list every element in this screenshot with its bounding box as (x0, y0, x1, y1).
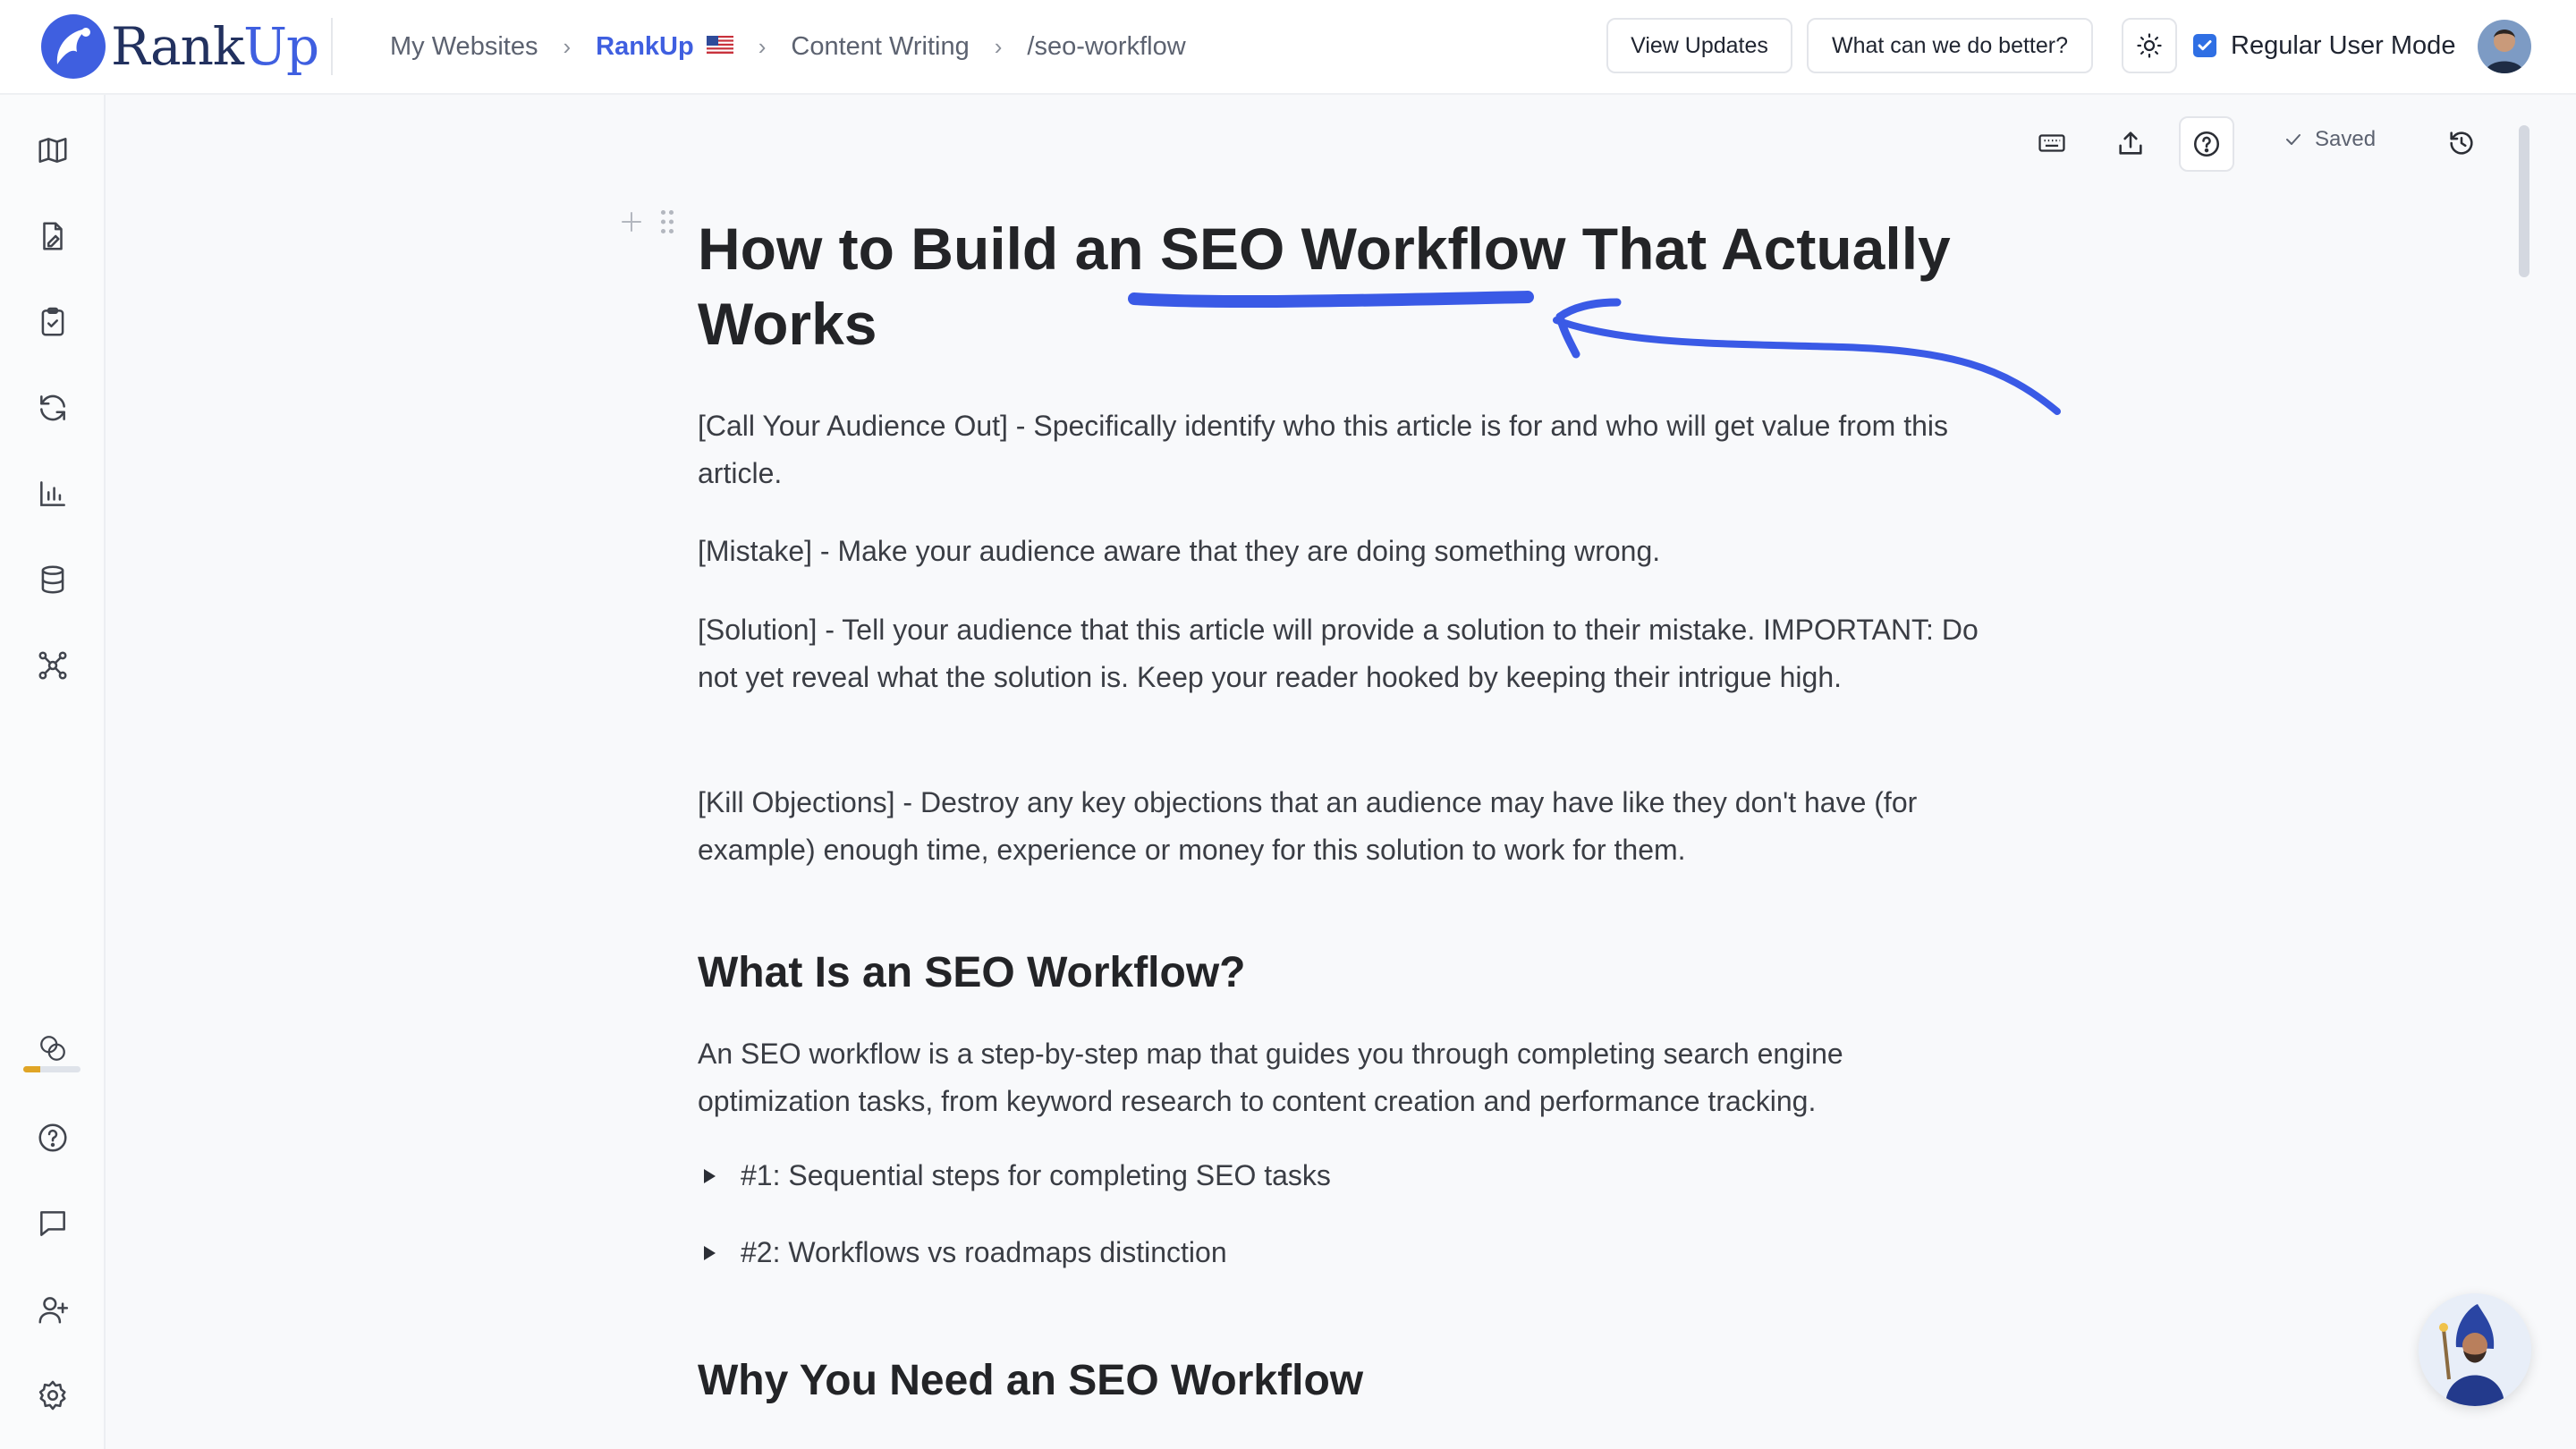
wizard-avatar-image (2419, 1293, 2531, 1406)
paragraph[interactable]: An SEO workflow is a step-by-step map th… (698, 1030, 2004, 1125)
rankup-logo-icon (41, 14, 106, 79)
toggle-label: #2: Workflows vs roadmaps distinction (741, 1236, 1227, 1268)
paragraph[interactable]: [Kill Objections] - Destroy any key obje… (698, 779, 2004, 874)
top-bar: RankUp My Websites › RankUp › Content Wr… (0, 0, 2576, 95)
brand-rank: Rank (111, 16, 244, 77)
save-status: Saved (2283, 127, 2376, 152)
credits-progress-bar (23, 1066, 80, 1072)
us-flag-icon (706, 35, 733, 54)
theme-toggle-button[interactable] (2122, 18, 2177, 73)
database-icon[interactable] (33, 560, 72, 599)
paragraph[interactable]: [Mistake] - Make your audience aware tha… (698, 528, 2004, 575)
breadcrumb-rankup-label: RankUp (596, 31, 694, 61)
page-title[interactable]: How to Build an SEO Workflow That Actual… (698, 211, 2004, 361)
section-heading[interactable]: What Is an SEO Workflow? (698, 946, 2004, 1000)
chevron-right-icon: › (994, 32, 1003, 60)
export-icon[interactable] (2109, 122, 2152, 165)
triangle-right-icon[interactable] (701, 1165, 723, 1187)
breadcrumb: My Websites › RankUp › Content Writing ›… (390, 27, 1186, 66)
history-icon[interactable] (2440, 122, 2483, 165)
document-title-block[interactable]: How to Build an SEO Workflow That Actual… (698, 211, 2004, 361)
avatar[interactable] (2478, 20, 2531, 73)
help-icon[interactable] (33, 1118, 72, 1157)
view-updates-button[interactable]: View Updates (1606, 18, 1792, 73)
section-heading[interactable]: Why You Need an SEO Workflow (698, 1354, 2004, 1408)
chevron-right-icon: › (563, 32, 572, 60)
title-highlight: SEO Workflow (1159, 216, 1566, 282)
refresh-icon[interactable] (33, 388, 72, 428)
feedback-button[interactable]: What can we do better? (1807, 18, 2093, 73)
user-mode-label: Regular User Mode (2231, 30, 2456, 60)
add-user-icon[interactable] (33, 1290, 72, 1329)
clipboard-check-icon[interactable] (33, 302, 72, 342)
block-handles (617, 208, 678, 236)
breadcrumb-rankup[interactable]: RankUp (596, 32, 733, 62)
paragraph[interactable]: [Call Your Audience Out] - Specifically … (698, 402, 2004, 497)
add-block-icon[interactable] (617, 208, 646, 236)
user-avatar-image (2478, 20, 2531, 73)
divider (331, 18, 333, 75)
assistant-avatar-button[interactable] (2419, 1293, 2531, 1406)
bar-chart-icon[interactable] (33, 474, 72, 513)
title-part: How to Build an (698, 216, 1160, 282)
check-icon (2286, 134, 2301, 145)
check-icon (2198, 40, 2212, 51)
breadcrumb-my-websites[interactable]: My Websites (390, 32, 538, 62)
saved-label: Saved (2315, 127, 2377, 151)
breadcrumb-content-writing[interactable]: Content Writing (791, 32, 969, 62)
help-circle-icon[interactable] (2179, 116, 2234, 172)
triangle-right-icon[interactable] (701, 1242, 723, 1264)
credits-icon[interactable] (33, 1029, 72, 1068)
brand-name: RankUp (111, 16, 319, 77)
keyboard-icon[interactable] (2030, 122, 2073, 165)
paragraph[interactable]: [Solution] - Tell your audience that thi… (698, 606, 2004, 701)
scrollbar-thumb[interactable] (2519, 125, 2529, 277)
sun-icon (2137, 33, 2162, 58)
map-icon[interactable] (33, 131, 72, 170)
toggle-block[interactable]: #1: Sequential steps for completing SEO … (701, 1159, 1331, 1192)
settings-icon[interactable] (33, 1376, 72, 1415)
document-edit-icon[interactable] (33, 216, 72, 256)
user-mode-checkbox[interactable] (2193, 34, 2216, 57)
left-sidebar (0, 95, 106, 1449)
chevron-right-icon: › (758, 32, 767, 60)
drag-handle-icon[interactable] (657, 208, 678, 236)
user-mode-toggle[interactable]: Regular User Mode (2193, 25, 2455, 66)
chat-icon[interactable] (33, 1204, 72, 1243)
credits-progress-fill (23, 1066, 41, 1072)
toggle-label: #1: Sequential steps for completing SEO … (741, 1159, 1331, 1191)
breadcrumb-slug[interactable]: /seo-workflow (1027, 32, 1185, 62)
rankup-logo[interactable]: RankUp (39, 13, 319, 80)
brand-up: Up (243, 16, 319, 77)
toggle-block[interactable]: #2: Workflows vs roadmaps distinction (701, 1236, 1227, 1269)
network-icon[interactable] (33, 646, 72, 685)
